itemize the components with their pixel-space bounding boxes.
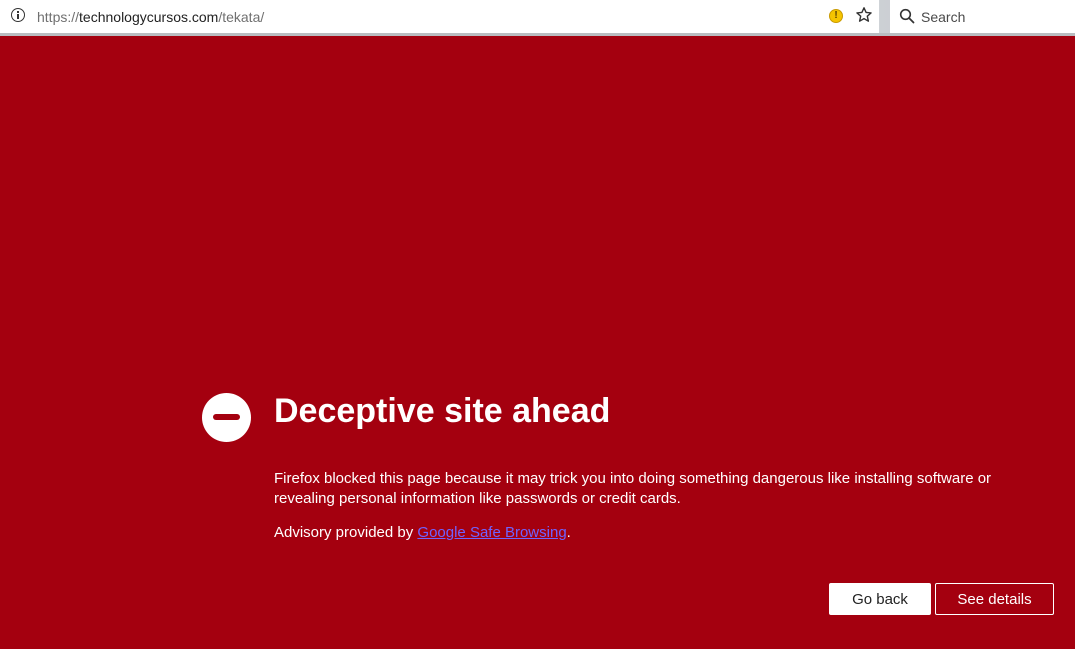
- see-details-button[interactable]: See details: [935, 583, 1054, 615]
- warning-description: Firefox blocked this page because it may…: [274, 470, 992, 507]
- deceptive-site-warning-page: Deceptive site ahead Firefox blocked thi…: [0, 36, 1075, 649]
- star-icon[interactable]: [855, 6, 873, 24]
- page-title: Deceptive site ahead: [274, 392, 611, 430]
- advisory-prefix: Advisory provided by: [274, 524, 418, 541]
- block-icon: [202, 393, 251, 442]
- url-host: technologycursos.com: [79, 9, 219, 25]
- safe-browsing-link[interactable]: Google Safe Browsing: [417, 524, 566, 541]
- go-back-button[interactable]: Go back: [829, 583, 931, 615]
- url-scheme: https://: [37, 9, 80, 25]
- url-bar[interactable]: https://technologycursos.com/tekata/ !: [0, 0, 880, 33]
- advisory-suffix: .: [566, 524, 571, 541]
- url-text[interactable]: https://technologycursos.com/tekata/: [37, 9, 264, 25]
- info-icon[interactable]: [11, 8, 25, 22]
- url-path: /tekata/: [218, 9, 265, 25]
- search-input[interactable]: Search: [921, 9, 965, 25]
- advisory-text: Advisory provided by Google Safe Browsin…: [274, 524, 571, 541]
- browser-toolbar: https://technologycursos.com/tekata/ ! S…: [0, 0, 1075, 36]
- search-bar[interactable]: Search: [890, 0, 1075, 33]
- search-icon: [899, 8, 915, 24]
- warning-icon[interactable]: !: [829, 9, 843, 23]
